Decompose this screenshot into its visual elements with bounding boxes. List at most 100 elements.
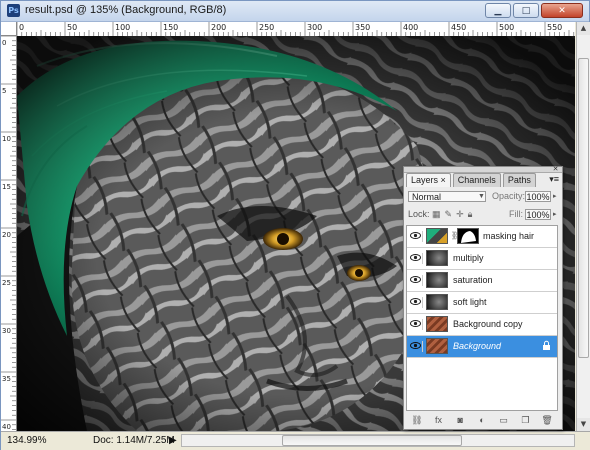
layer-row-masking-hair[interactable]: ⛓ masking hair bbox=[407, 226, 557, 248]
ruler-label: 50 bbox=[67, 23, 77, 32]
ruler-label: 450 bbox=[451, 23, 466, 32]
horizontal-ruler[interactable]: 0 50 100 150 200 250 300 350 400 450 500 550 bbox=[17, 22, 575, 37]
add-mask-icon[interactable]: ◙ bbox=[454, 414, 467, 426]
scroll-down-arrow-icon[interactable]: ▼ bbox=[577, 418, 590, 431]
layer-name[interactable]: Background bbox=[453, 341, 501, 351]
layer-style-fx-icon[interactable]: fx bbox=[432, 414, 445, 426]
layer-row-soft-light[interactable]: soft light bbox=[407, 292, 557, 314]
opacity-dropdown-arrow-icon[interactable]: ▸ bbox=[553, 191, 557, 202]
ruler-origin[interactable] bbox=[1, 22, 17, 36]
maximize-icon: □ bbox=[521, 5, 531, 16]
vertical-ruler-ticks: 0 5 10 15 20 25 30 35 40 bbox=[1, 36, 16, 431]
ruler-label: 25 bbox=[2, 279, 11, 287]
minimize-icon: ▁ bbox=[494, 5, 502, 16]
layer-name[interactable]: masking hair bbox=[483, 231, 534, 241]
adjustment-layer-icon[interactable]: ◐ bbox=[475, 414, 488, 426]
ruler-label: 150 bbox=[163, 23, 178, 32]
visibility-eye-icon[interactable] bbox=[410, 275, 423, 286]
ruler-label: 200 bbox=[211, 23, 226, 32]
vertical-scroll-thumb[interactable] bbox=[578, 58, 589, 358]
lock-label: Lock: bbox=[408, 209, 430, 219]
vertical-scrollbar[interactable]: ▲ ▼ bbox=[576, 22, 590, 431]
ruler-label: 100 bbox=[115, 23, 130, 32]
ruler-label: 40 bbox=[2, 423, 11, 431]
lock-position-icon[interactable]: ✛ bbox=[456, 209, 464, 220]
delete-layer-icon[interactable]: 🗑︎ bbox=[541, 414, 554, 426]
layer-thumbnail[interactable] bbox=[426, 272, 448, 288]
panel-menu-icon[interactable]: ▾≡ bbox=[549, 174, 559, 185]
ruler-label: 5 bbox=[2, 87, 6, 95]
status-menu-arrow-icon[interactable]: ▶ bbox=[169, 435, 177, 446]
layer-name[interactable]: Background copy bbox=[453, 319, 523, 329]
horizontal-ruler-ticks: 0 50 100 150 200 250 300 350 400 450 500 550 bbox=[17, 22, 575, 36]
close-icon: ✕ bbox=[558, 5, 566, 16]
ruler-label: 350 bbox=[355, 23, 370, 32]
zoom-level[interactable]: 134.99% bbox=[7, 435, 49, 446]
fill-label: Fill: bbox=[509, 209, 523, 219]
scroll-up-arrow-icon[interactable]: ▲ bbox=[577, 22, 590, 35]
photoshop-app-icon: Ps bbox=[7, 4, 20, 17]
ruler-label: 400 bbox=[403, 23, 418, 32]
panel-close-icon[interactable]: ✕ bbox=[551, 166, 560, 173]
layer-row-background[interactable]: Background bbox=[407, 336, 557, 358]
layer-locked-icon bbox=[542, 340, 551, 351]
layer-thumbnail[interactable] bbox=[426, 228, 448, 244]
layer-mask-thumbnail[interactable] bbox=[457, 228, 479, 244]
blend-dropdown-arrow-icon[interactable]: ▼ bbox=[478, 191, 485, 202]
blend-mode-select[interactable]: Normal bbox=[408, 191, 486, 202]
new-group-icon[interactable]: ▭ bbox=[497, 414, 510, 426]
lock-transparency-icon[interactable]: ▦ bbox=[432, 209, 441, 220]
vertical-ruler[interactable]: 0 5 10 15 20 25 30 35 40 bbox=[1, 36, 17, 431]
window-title: result.psd @ 135% (Background, RGB/8) bbox=[25, 4, 227, 16]
ruler-label: 250 bbox=[259, 23, 274, 32]
horizontal-scroll-thumb[interactable] bbox=[282, 435, 462, 446]
document-size: Doc: 1.14M/7.25M bbox=[93, 435, 175, 446]
visibility-eye-icon[interactable] bbox=[410, 231, 423, 242]
layer-thumbnail[interactable] bbox=[426, 250, 448, 266]
layer-thumbnail[interactable] bbox=[426, 294, 448, 310]
fill-dropdown-arrow-icon[interactable]: ▸ bbox=[553, 209, 557, 220]
tab-paths[interactable]: Paths bbox=[502, 173, 536, 187]
fill-field[interactable]: 100% bbox=[525, 209, 551, 220]
close-button[interactable]: ✕ bbox=[541, 3, 583, 18]
visibility-eye-icon[interactable] bbox=[410, 253, 423, 264]
maximize-button[interactable]: □ bbox=[513, 3, 539, 18]
ruler-label: 0 bbox=[19, 23, 24, 32]
minimize-button[interactable]: ▁ bbox=[485, 3, 511, 18]
layers-list: ⛓ masking hair multiply saturation soft … bbox=[406, 225, 558, 411]
link-layers-icon[interactable]: ⛓ bbox=[410, 414, 423, 426]
ruler-label: 30 bbox=[2, 327, 11, 335]
ruler-label: 20 bbox=[2, 231, 11, 239]
visibility-eye-icon[interactable] bbox=[410, 319, 423, 330]
tab-layers[interactable]: Layers × bbox=[406, 173, 451, 187]
ruler-label: 15 bbox=[2, 183, 11, 191]
ruler-label: 550 bbox=[547, 23, 562, 32]
lock-all-icon[interactable]: 🔒︎ bbox=[468, 209, 473, 220]
lock-pixels-icon[interactable]: ✎ bbox=[445, 209, 453, 220]
opacity-field[interactable]: 100% bbox=[525, 191, 551, 202]
window-controls: ▁ □ ✕ bbox=[485, 3, 583, 18]
ruler-label: 35 bbox=[2, 375, 11, 383]
layer-name[interactable]: multiply bbox=[453, 253, 484, 263]
new-layer-icon[interactable]: ❐ bbox=[519, 414, 532, 426]
ruler-label: 0 bbox=[2, 39, 6, 47]
opacity-label: Opacity: bbox=[492, 191, 526, 201]
ruler-label: 500 bbox=[499, 23, 514, 32]
visibility-eye-icon[interactable] bbox=[410, 297, 423, 308]
ruler-label: 300 bbox=[307, 23, 322, 32]
layer-row-multiply[interactable]: multiply bbox=[407, 248, 557, 270]
panel-tabs: Layers × Channels Paths bbox=[406, 173, 536, 187]
layer-name[interactable]: saturation bbox=[453, 275, 493, 285]
layer-row-background-copy[interactable]: Background copy bbox=[407, 314, 557, 336]
document-window: Ps result.psd @ 135% (Background, RGB/8)… bbox=[0, 0, 590, 450]
panel-footer: ⛓ fx ◙ ◐ ▭ ❐ 🗑︎ bbox=[406, 413, 558, 427]
layer-thumbnail[interactable] bbox=[426, 316, 448, 332]
layer-row-saturation[interactable]: saturation bbox=[407, 270, 557, 292]
horizontal-scrollbar[interactable] bbox=[181, 434, 575, 447]
visibility-eye-icon[interactable] bbox=[410, 341, 423, 352]
tab-channels[interactable]: Channels bbox=[452, 173, 501, 187]
title-bar[interactable]: Ps result.psd @ 135% (Background, RGB/8)… bbox=[1, 1, 589, 22]
layers-panel: ✕ Layers × Channels Paths ▾≡ Normal ▼ Op… bbox=[403, 166, 563, 430]
layer-thumbnail[interactable] bbox=[426, 338, 448, 354]
layer-name[interactable]: soft light bbox=[453, 297, 487, 307]
